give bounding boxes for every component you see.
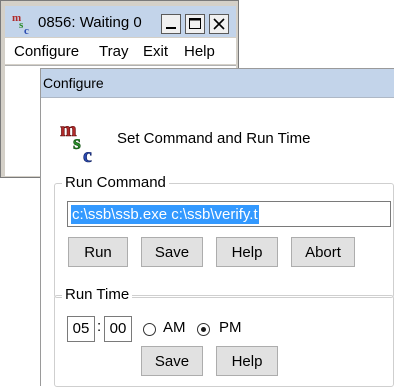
minimize-icon [166, 27, 176, 29]
time-separator: : [97, 318, 102, 335]
menu-tray[interactable]: Tray [99, 43, 128, 60]
pm-radio-selected-dot [201, 327, 206, 332]
am-label[interactable]: AM [163, 319, 186, 336]
run-button[interactable]: Run [68, 237, 128, 267]
svg-text:c: c [24, 25, 29, 35]
run-time-label: Run Time [62, 286, 133, 303]
run-command-input[interactable]: c:\ssb\ssb.exe c:\ssb\verify.t [67, 201, 391, 227]
close-button[interactable] [209, 14, 229, 34]
configure-dialog: Configure m s c Set Command and Run Time… [40, 68, 394, 387]
menu-help[interactable]: Help [184, 43, 215, 60]
pm-label[interactable]: PM [219, 319, 242, 336]
main-window-title: 0856: Waiting 0 [38, 14, 142, 31]
run-command-group: Run Command c:\ssb\ssb.exe c:\ssb\verify… [54, 174, 394, 298]
save-command-button[interactable]: Save [141, 237, 203, 267]
dialog-client-area: m s c Set Command and Run Time Run Comma… [41, 97, 394, 387]
save-time-button[interactable]: Save [141, 346, 203, 376]
main-title-bar[interactable]: m s c 0856: Waiting 0 [5, 6, 236, 37]
close-icon [213, 18, 225, 30]
menu-exit[interactable]: Exit [143, 43, 168, 60]
app-logo-icon: m s c [12, 12, 29, 35]
minimize-button[interactable] [161, 14, 181, 34]
minute-field[interactable]: 00 [104, 316, 132, 342]
maximize-button[interactable] [185, 14, 205, 34]
dialog-title-bar[interactable]: Configure [41, 69, 394, 97]
abort-button[interactable]: Abort [291, 237, 355, 267]
dialog-title: Configure [43, 75, 104, 91]
run-time-group: Run Time 05 : 00 AM PM Save Help [54, 286, 394, 387]
run-command-value: c:\ssb\ssb.exe c:\ssb\verify.t [71, 205, 259, 224]
help-time-button[interactable]: Help [216, 346, 278, 376]
am-radio[interactable] [143, 323, 156, 336]
hour-field[interactable]: 05 [67, 316, 95, 342]
menu-bar: Configure Tray Exit Help [5, 38, 236, 64]
svg-text:s: s [73, 132, 81, 154]
help-command-button[interactable]: Help [216, 237, 278, 267]
pm-radio[interactable] [197, 323, 210, 336]
maximize-icon [189, 18, 201, 29]
svg-text:c: c [83, 145, 92, 164]
dialog-heading: Set Command and Run Time [117, 130, 311, 147]
menu-configure[interactable]: Configure [14, 43, 79, 60]
app-logo-icon: m s c [60, 119, 92, 164]
run-command-label: Run Command [62, 174, 169, 191]
